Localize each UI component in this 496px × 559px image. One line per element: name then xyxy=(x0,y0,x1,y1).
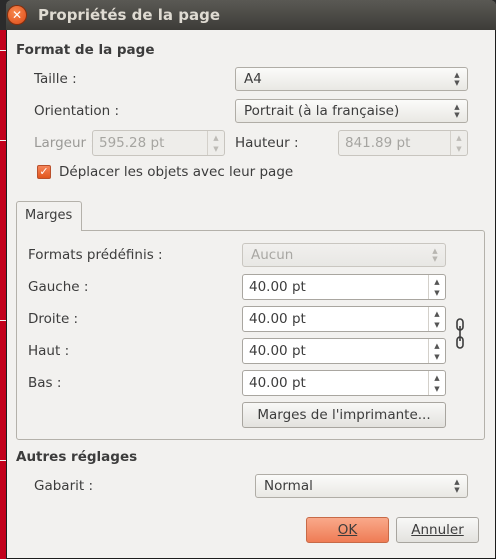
height-field[interactable]: 841.89 pt ▲ ▼ xyxy=(338,130,468,156)
size-label: Taille : xyxy=(34,71,77,87)
right-margin-stepper[interactable]: ▲ ▼ xyxy=(428,307,445,331)
right-margin-field[interactable]: 40.00 pt ▲ ▼ xyxy=(242,306,446,332)
orientation-label: Orientation : xyxy=(34,103,120,119)
orientation-value: Portrait (à la française) xyxy=(244,103,400,119)
width-value: 595.28 pt xyxy=(99,135,165,151)
top-margin-value: 40.00 pt xyxy=(249,343,306,359)
window-title: Propriétés de la page xyxy=(38,6,221,24)
left-margin-field[interactable]: 40.00 pt ▲ ▼ xyxy=(242,274,446,300)
size-select[interactable]: A4 ▲ ▼ xyxy=(235,67,468,91)
bottom-margin-value: 40.00 pt xyxy=(249,375,306,391)
left-margin-stepper[interactable]: ▲ ▼ xyxy=(428,275,445,299)
page-properties-dialog: ✕ Propriétés de la page Format de la pag… xyxy=(6,0,496,559)
width-field[interactable]: 595.28 pt ▲ ▼ xyxy=(92,130,225,156)
updown-arrow-icon: ▲ ▼ xyxy=(454,71,460,87)
top-margin-stepper[interactable]: ▲ ▼ xyxy=(428,339,445,363)
bottom-margin-field[interactable]: 40.00 pt ▲ ▼ xyxy=(242,370,446,396)
updown-arrow-icon: ▲ ▼ xyxy=(432,247,438,263)
presets-value: Aucun xyxy=(251,247,294,263)
right-margin-label: Droite : xyxy=(28,311,79,327)
printer-margins-button[interactable]: Marges de l'imprimante... xyxy=(242,402,446,428)
left-margin-label: Gauche : xyxy=(28,279,89,295)
height-value: 841.89 pt xyxy=(345,135,411,151)
tab-margins[interactable]: Marges xyxy=(16,201,82,231)
template-select[interactable]: Normal ▲ ▼ xyxy=(255,474,468,498)
move-objects-label[interactable]: Déplacer les objets avec leur page xyxy=(59,164,293,180)
close-icon[interactable]: ✕ xyxy=(8,6,26,24)
ok-button[interactable]: OK xyxy=(306,517,389,543)
chain-link-icon[interactable] xyxy=(455,317,465,351)
width-stepper[interactable]: ▲ ▼ xyxy=(207,131,224,155)
updown-arrow-icon: ▲ ▼ xyxy=(454,478,460,494)
height-stepper[interactable]: ▲ ▼ xyxy=(450,131,467,155)
presets-select[interactable]: Aucun ▲ ▼ xyxy=(242,243,446,267)
cancel-button[interactable]: Annuler xyxy=(396,517,479,543)
page-format-section-title: Format de la page xyxy=(16,42,155,58)
left-margin-value: 40.00 pt xyxy=(249,279,306,295)
top-margin-label: Haut : xyxy=(28,343,70,359)
title-bar: ✕ Propriétés de la page xyxy=(6,0,496,30)
right-margin-value: 40.00 pt xyxy=(249,311,306,327)
move-objects-checkbox[interactable]: ✓ xyxy=(37,165,51,179)
updown-arrow-icon: ▲ ▼ xyxy=(454,103,460,119)
height-label: Hauteur : xyxy=(235,135,299,151)
cancel-button-label: Annuler xyxy=(411,522,464,538)
tab-margins-label: Marges xyxy=(25,208,73,223)
other-settings-section-title: Autres réglages xyxy=(16,449,138,465)
top-margin-field[interactable]: 40.00 pt ▲ ▼ xyxy=(242,338,446,364)
template-label: Gabarit : xyxy=(34,478,94,494)
bottom-margin-stepper[interactable]: ▲ ▼ xyxy=(428,371,445,395)
presets-label: Formats prédéfinis : xyxy=(28,247,163,263)
ok-button-label: OK xyxy=(337,522,358,538)
orientation-select[interactable]: Portrait (à la française) ▲ ▼ xyxy=(235,99,468,123)
size-value: A4 xyxy=(244,71,262,87)
template-value: Normal xyxy=(264,478,313,494)
bottom-margin-label: Bas : xyxy=(28,375,62,391)
width-label: Largeur : xyxy=(34,135,95,151)
